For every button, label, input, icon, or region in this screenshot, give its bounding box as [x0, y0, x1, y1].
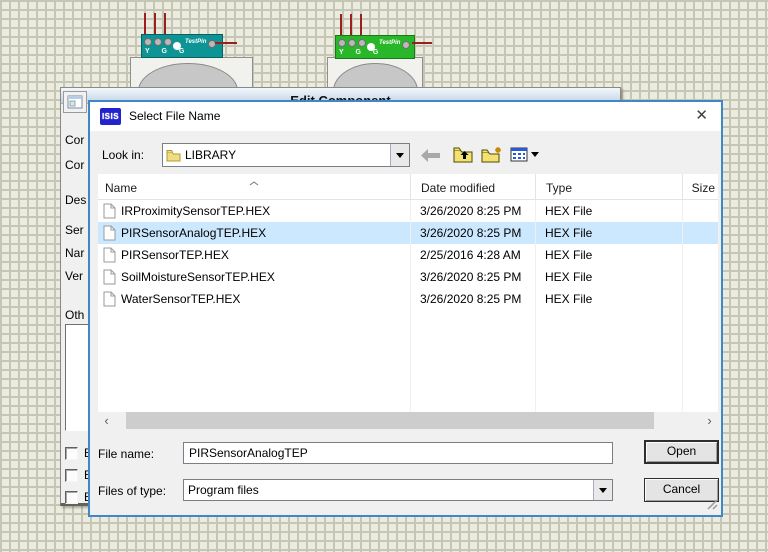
horizontal-scrollbar[interactable]: ‹ ›: [98, 412, 718, 429]
column-separator: [535, 200, 536, 412]
select-file-name-dialog: ISIS Select File Name ✕ Look in: LIBRARY: [88, 100, 723, 517]
window-form-icon: [67, 95, 83, 109]
testpin-label: TestPin: [185, 39, 206, 45]
file-name: SoilMoistureSensorTEP.HEX: [121, 270, 275, 284]
field-label-fragment: Cor: [65, 133, 84, 147]
field-label-fragment: Cor: [65, 158, 84, 172]
checkbox[interactable]: [65, 491, 78, 504]
up-one-level-icon[interactable]: [453, 146, 473, 166]
isis-logo-icon: ISIS: [100, 108, 121, 125]
look-in-dropdown-button[interactable]: [390, 144, 409, 166]
checkbox[interactable]: [65, 447, 78, 460]
dialog-title: Select File Name: [129, 109, 220, 123]
file-icon: [103, 203, 116, 219]
sort-ascending-icon: [249, 175, 259, 189]
file-name: PIRSensorTEP.HEX: [121, 248, 229, 262]
file-name: IRProximitySensorTEP.HEX: [121, 204, 270, 218]
pin-labels: Y G G: [145, 48, 189, 55]
column-header-type[interactable]: Type: [535, 174, 682, 199]
files-of-type-label: Files of type:: [98, 484, 166, 498]
file-row[interactable]: IRProximitySensorTEP.HEX 3/26/2020 8:25 …: [98, 200, 718, 222]
file-type: HEX File: [535, 226, 682, 240]
file-row[interactable]: SoilMoistureSensorTEP.HEX 3/26/2020 8:25…: [98, 266, 718, 288]
look-in-value: LIBRARY: [181, 148, 390, 162]
pin-pad: [164, 38, 172, 46]
testpin-label: TestPin: [379, 40, 400, 46]
checkbox[interactable]: [65, 469, 78, 482]
column-header-date-modified[interactable]: Date modified: [410, 174, 535, 199]
file-row[interactable]: WaterSensorTEP.HEX 3/26/2020 8:25 PM HEX…: [98, 288, 718, 310]
file-date: 3/26/2020 8:25 PM: [410, 270, 535, 284]
scrollbar-thumb[interactable]: [126, 412, 654, 429]
dialog-titlebar[interactable]: ISIS Select File Name ✕: [90, 102, 721, 131]
list-header: Name Date modified Type Size: [98, 174, 718, 200]
file-row[interactable]: PIRSensorTEP.HEX 2/25/2016 4:28 AM HEX F…: [98, 244, 718, 266]
board-dot: [173, 42, 181, 50]
file-type: HEX File: [535, 204, 682, 218]
pin-pad: [338, 39, 346, 47]
column-header-name[interactable]: Name: [98, 174, 410, 199]
field-label-fragment: Ver: [65, 269, 83, 283]
resize-grip[interactable]: [706, 498, 718, 513]
column-separator: [682, 200, 683, 412]
chevron-down-icon: [599, 488, 607, 493]
pin-pad: [144, 38, 152, 46]
file-date: 3/26/2020 8:25 PM: [410, 226, 535, 240]
back-arrow-icon[interactable]: [421, 149, 440, 165]
view-menu-dropdown-arrow[interactable]: [531, 152, 539, 157]
file-date: 3/26/2020 8:25 PM: [410, 292, 535, 306]
file-row-selected[interactable]: PIRSensorAnalogTEP.HEX 3/26/2020 8:25 PM…: [98, 222, 718, 244]
look-in-label: Look in:: [102, 148, 144, 162]
sensor-board: Y G G TestPin: [141, 34, 223, 58]
file-type: HEX File: [535, 270, 682, 284]
wire: [215, 42, 237, 44]
file-icon: [103, 291, 116, 307]
field-label-fragment: Ser: [65, 223, 84, 237]
pin-pad: [402, 41, 410, 49]
folder-icon: [166, 149, 181, 162]
pin-labels: Y G G: [339, 49, 383, 56]
file-name: PIRSensorAnalogTEP.HEX: [121, 226, 266, 240]
files-of-type-value: Program files: [184, 483, 593, 497]
scroll-right-icon[interactable]: ›: [701, 412, 718, 429]
column-separator: [410, 200, 411, 412]
pin-pad: [154, 38, 162, 46]
field-label-fragment: Oth: [65, 308, 84, 322]
field-label-fragment: Nar: [65, 246, 84, 260]
chevron-down-icon: [531, 152, 539, 157]
column-header-size[interactable]: Size: [682, 174, 718, 199]
new-folder-icon[interactable]: [481, 146, 503, 166]
isis-schematic-canvas: Y G G TestPin Y G G TestPin Edit Compone…: [0, 0, 768, 552]
pin-pad: [348, 39, 356, 47]
file-icon: [103, 225, 116, 241]
wire: [412, 42, 432, 44]
view-menu-icon[interactable]: [510, 147, 528, 165]
sensor-board: Y G G TestPin: [335, 35, 415, 59]
file-type: HEX File: [535, 248, 682, 262]
board-dot: [367, 43, 375, 51]
scroll-left-icon[interactable]: ‹: [98, 412, 115, 429]
pin-pad: [358, 39, 366, 47]
file-name: WaterSensorTEP.HEX: [121, 292, 240, 306]
form-icon-button[interactable]: [63, 91, 87, 113]
open-button[interactable]: Open: [644, 440, 719, 464]
file-list: Name Date modified Type Size IRProximity…: [98, 174, 718, 412]
look-in-combobox[interactable]: LIBRARY: [162, 143, 410, 167]
file-name-input[interactable]: [183, 442, 613, 464]
files-of-type-dropdown-button[interactable]: [593, 480, 612, 500]
close-icon[interactable]: ✕: [695, 106, 708, 124]
file-name-label: File name:: [98, 447, 154, 461]
pir-lens-housing: [130, 57, 253, 91]
file-date: 2/25/2016 4:28 AM: [410, 248, 535, 262]
chevron-down-icon: [396, 153, 404, 158]
file-icon: [103, 269, 116, 285]
field-label-fragment: Des: [65, 193, 86, 207]
pir-lens-housing: [327, 57, 423, 91]
file-type: HEX File: [535, 292, 682, 306]
file-icon: [103, 247, 116, 263]
list-rows: IRProximitySensorTEP.HEX 3/26/2020 8:25 …: [98, 200, 718, 310]
file-date: 3/26/2020 8:25 PM: [410, 204, 535, 218]
files-of-type-combobox[interactable]: Program files: [183, 479, 613, 501]
